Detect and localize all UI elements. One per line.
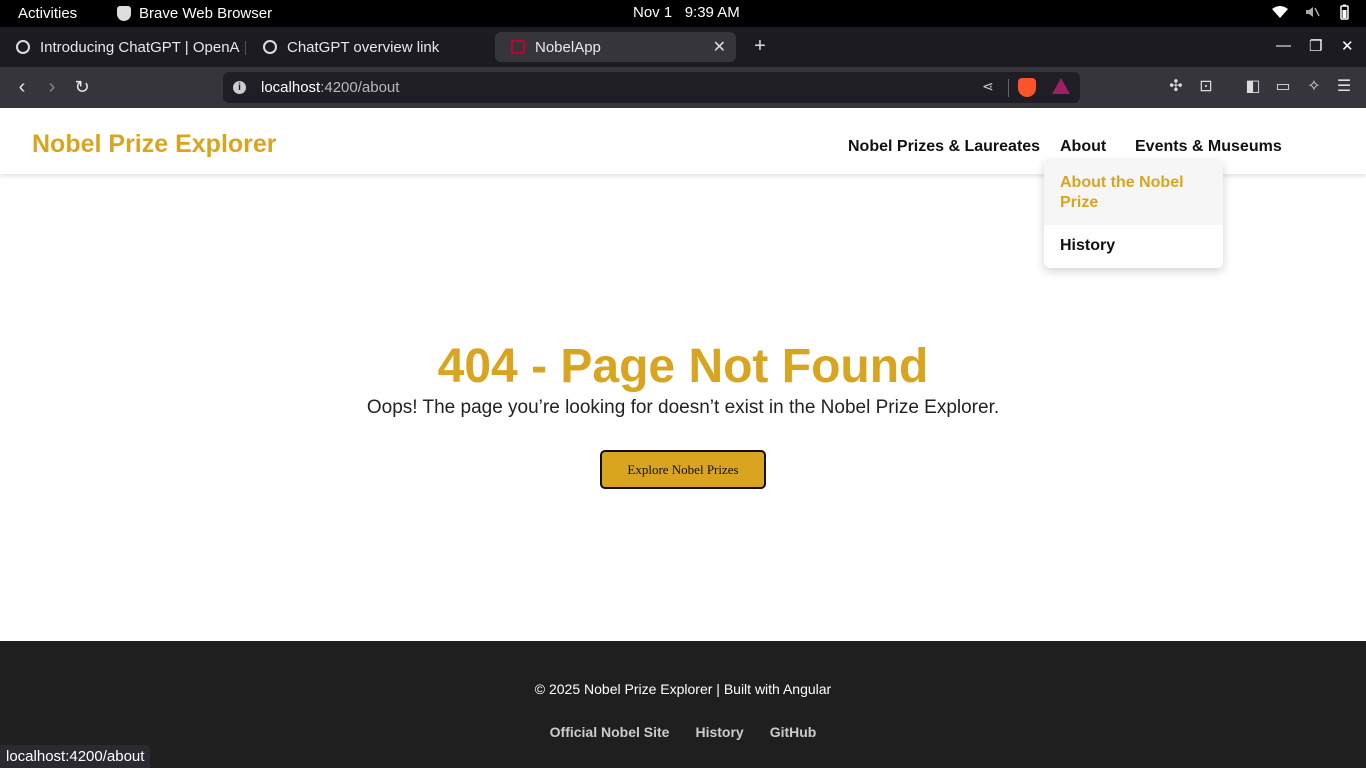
share-icon[interactable]: ⋖ xyxy=(982,78,1000,96)
footer: © 2025 Nobel Prize Explorer | Built with… xyxy=(0,641,1366,768)
about-dropdown: About the Nobel Prize History xyxy=(1044,160,1223,268)
app-name: Brave Web Browser xyxy=(139,5,273,22)
nav-events-museums[interactable]: Events & Museums xyxy=(1135,138,1282,156)
close-tab-icon[interactable]: ✕ xyxy=(713,37,726,57)
os-top-bar: Activities Brave Web Browser Nov 1 9:39 … xyxy=(0,0,1366,27)
sidebar-icon[interactable]: ◧ xyxy=(1242,76,1264,98)
divider xyxy=(1008,79,1009,97)
error-title: 404 - Page Not Found xyxy=(437,340,929,393)
footer-link-github[interactable]: GitHub xyxy=(770,724,817,740)
link-status-bubble: localhost:4200/about xyxy=(0,745,151,768)
close-window-icon[interactable]: ✕ xyxy=(1341,37,1354,55)
tab-title: Introducing ChatGPT | OpenA xyxy=(40,38,240,56)
copyright-text: © 2025 Nobel Prize Explorer | Built with… xyxy=(534,681,832,697)
clock[interactable]: Nov 1 9:39 AM xyxy=(633,4,740,21)
brand-logo[interactable]: Nobel Prize Explorer xyxy=(32,130,277,159)
tab-chatgpt-overview[interactable]: ChatGPT overview link xyxy=(247,32,491,62)
menu-icon[interactable]: ☰ xyxy=(1333,76,1355,98)
extensions-icon[interactable]: ✣ xyxy=(1165,76,1187,98)
url-text[interactable]: localhost:4200/about xyxy=(261,79,399,96)
tab-search-icon[interactable]: ⊡ xyxy=(1195,76,1217,98)
error-message: Oops! The page you’re looking for doesn’… xyxy=(366,397,1000,418)
address-bar[interactable]: i localhost:4200/about ⋖ xyxy=(223,72,1080,103)
url-host: localhost xyxy=(261,79,321,96)
tab-strip: Introducing ChatGPT | OpenA ChatGPT over… xyxy=(0,27,1366,67)
nav-prizes-laureates[interactable]: Nobel Prizes & Laureates xyxy=(848,138,1040,156)
footer-link-official-nobel[interactable]: Official Nobel Site xyxy=(550,724,670,740)
reload-button[interactable]: ↻ xyxy=(71,76,93,98)
system-tray[interactable] xyxy=(1272,4,1352,20)
brave-rewards-icon[interactable] xyxy=(1052,78,1070,94)
tab-title: ChatGPT overview link xyxy=(287,38,440,56)
tab-nobelapp[interactable]: NobelApp ✕ xyxy=(495,32,736,62)
nav-about[interactable]: About xyxy=(1060,138,1106,156)
brave-shields-icon[interactable] xyxy=(1018,78,1036,97)
openai-icon xyxy=(16,40,30,54)
back-button[interactable]: ‹ xyxy=(11,76,33,98)
explore-nobel-prizes-button[interactable]: Explore Nobel Prizes xyxy=(600,450,766,489)
openai-icon xyxy=(263,40,277,54)
site-info-icon[interactable]: i xyxy=(233,81,246,94)
browser-toolbar: ‹ › ↻ i localhost:4200/about ⋖ ✣ ⊡ ◧ ▭ ✧… xyxy=(0,67,1366,108)
dropdown-item-about-nobel[interactable]: About the Nobel Prize xyxy=(1044,160,1223,225)
leo-ai-icon[interactable]: ✧ xyxy=(1303,76,1325,98)
date: Nov 1 xyxy=(633,4,673,21)
footer-link-history[interactable]: History xyxy=(695,724,743,740)
volume-muted-icon xyxy=(1306,7,1320,17)
tab-separator xyxy=(245,41,246,55)
tab-chatgpt-intro[interactable]: Introducing ChatGPT | OpenA xyxy=(0,32,244,62)
footer-links: Official Nobel Site History GitHub xyxy=(0,724,1366,740)
new-tab-button[interactable]: + xyxy=(750,32,770,60)
wallet-icon[interactable]: ▭ xyxy=(1272,76,1294,98)
tab-title: NobelApp xyxy=(535,38,601,56)
app-menu[interactable]: Brave Web Browser xyxy=(117,5,272,22)
activities-button[interactable]: Activities xyxy=(18,5,77,22)
battery-icon xyxy=(1340,4,1349,20)
minimize-icon[interactable]: — xyxy=(1276,37,1291,54)
dropdown-item-history[interactable]: History xyxy=(1044,225,1223,268)
time: 9:39 AM xyxy=(684,4,740,21)
forward-button[interactable]: › xyxy=(41,76,63,98)
angular-icon xyxy=(511,40,525,54)
brave-icon xyxy=(117,6,131,21)
wifi-icon xyxy=(1272,6,1288,18)
url-path: :4200/about xyxy=(320,79,400,96)
maximize-icon[interactable]: ❐ xyxy=(1309,37,1322,55)
